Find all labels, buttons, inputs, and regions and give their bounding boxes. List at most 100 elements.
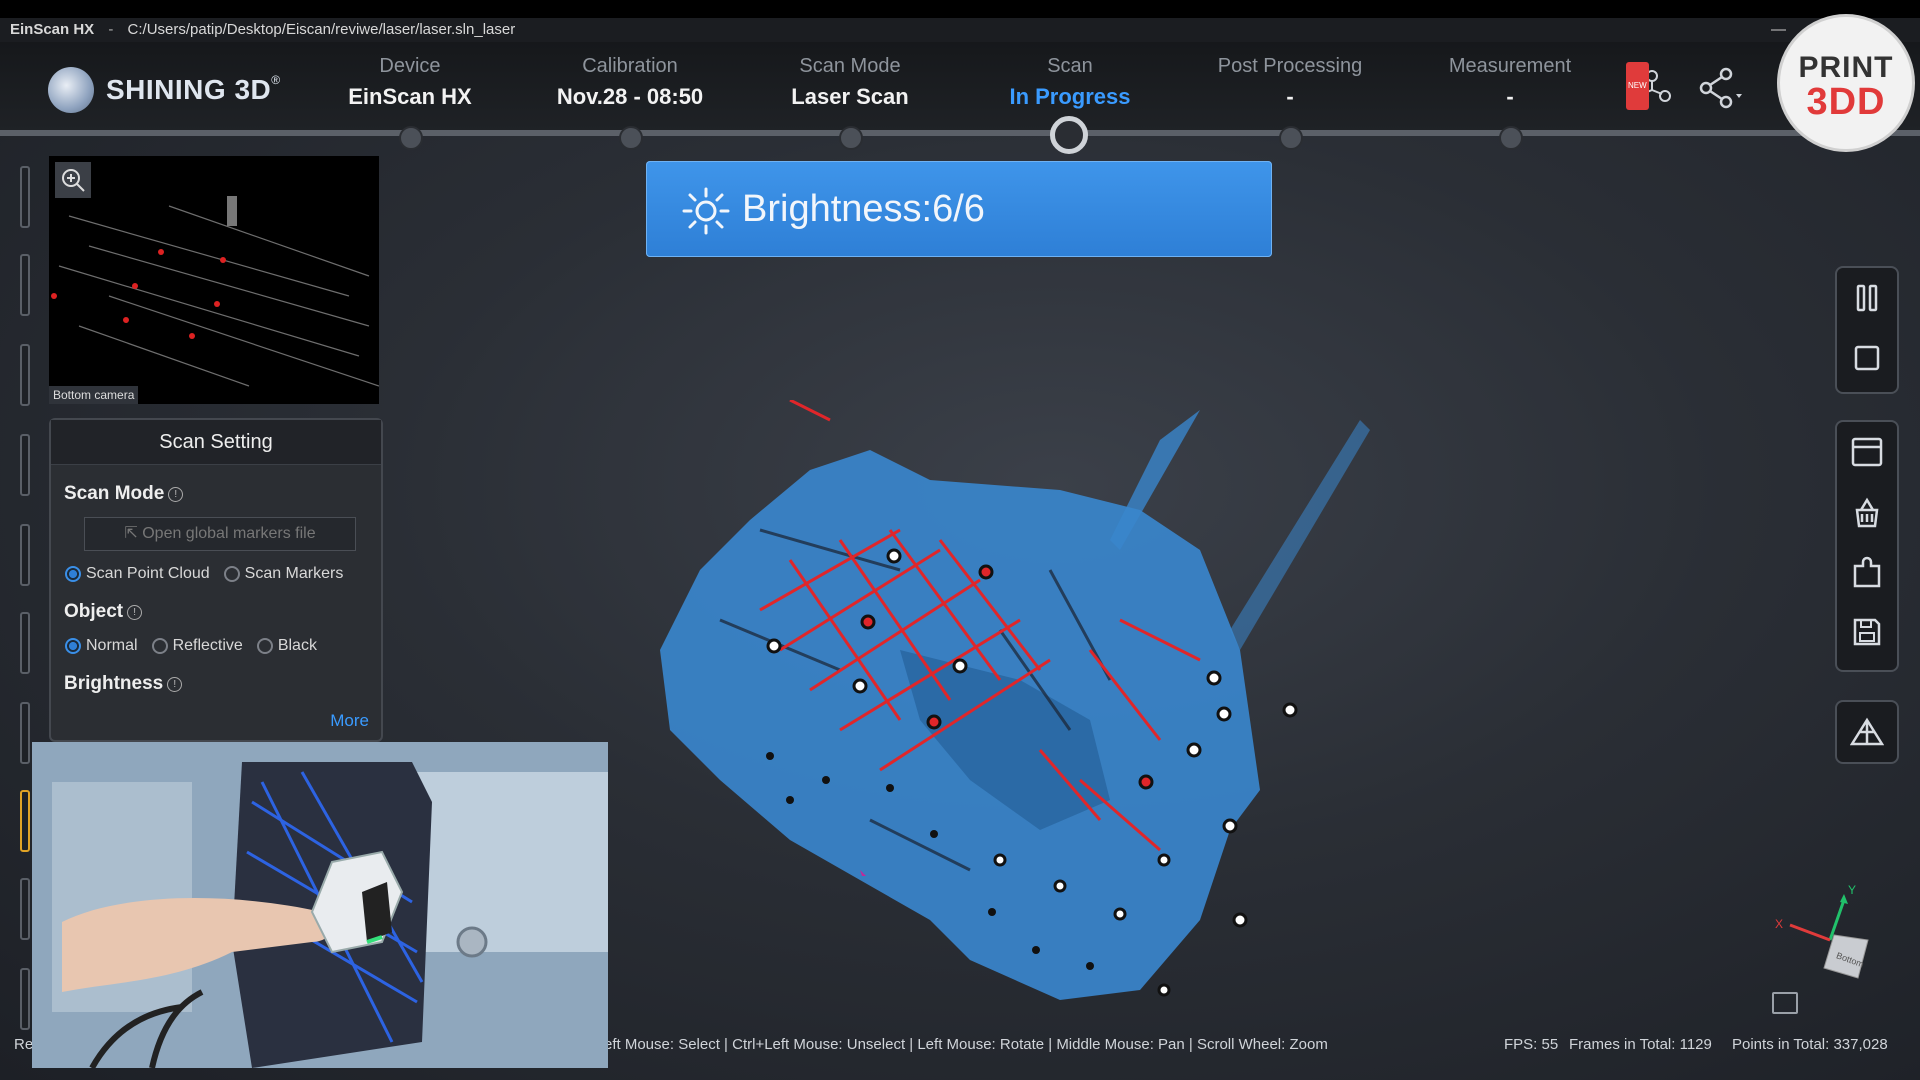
zoom-in-button[interactable] (55, 162, 91, 198)
share-button[interactable] (1696, 66, 1744, 114)
more-link[interactable]: More (330, 711, 369, 731)
step-dot-scan[interactable] (1050, 116, 1088, 154)
camera-feed (51, 196, 379, 387)
fps-readout: FPS: 55 (1504, 1036, 1559, 1053)
step-device[interactable]: Device EinScan HX (300, 55, 520, 110)
side-tab-2[interactable] (20, 254, 30, 316)
step-label: Scan (1047, 55, 1093, 77)
stop-button[interactable] (1837, 328, 1897, 388)
clear-button[interactable] (1837, 482, 1897, 542)
points-total: Points in Total: 337,028 (1732, 1036, 1888, 1053)
radio-indicator (223, 566, 240, 582)
step-post-processing[interactable]: Post Processing - (1180, 55, 1400, 110)
step-value: EinScan HX (348, 84, 472, 109)
side-tab-5[interactable] (20, 524, 30, 586)
axis-y-label: Y (1848, 883, 1856, 897)
brand-name: SHINING 3D (106, 74, 272, 105)
zoom-in-icon (62, 169, 85, 192)
presenter-scanning-photo (32, 742, 608, 1068)
step-calibration[interactable]: Calibration Nov.28 - 08:50 (520, 55, 740, 110)
radio-scan-markers[interactable]: Scan Markers (223, 565, 343, 583)
point-cloud-viewport[interactable] (640, 400, 1440, 1060)
radio-label: Black (277, 637, 317, 654)
side-tab-7[interactable] (20, 702, 30, 764)
axis-gizmo[interactable]: Bottom Y X (1770, 880, 1880, 990)
watermark-line2: 3DD (1806, 81, 1886, 123)
mesh-triangle-icon (1850, 717, 1884, 746)
side-tab-1[interactable] (20, 166, 30, 228)
object-heading: Object! (64, 601, 381, 623)
edit-tool-group (1835, 420, 1899, 672)
scan-setting-panel: Scan Setting Scan Mode! ⇱ Open global ma… (49, 418, 383, 742)
basket-icon (1855, 497, 1879, 528)
progress-track (0, 130, 1920, 136)
minimize-button[interactable]: — (1771, 18, 1786, 42)
step-scan[interactable]: Scan In Progress (960, 55, 1180, 110)
side-tab-6[interactable] (20, 612, 30, 674)
step-dot-device[interactable] (399, 126, 423, 150)
step-scan-mode[interactable]: Scan Mode Laser Scan (740, 55, 960, 110)
axis-x-label: X (1775, 917, 1783, 931)
radio-label: Scan Point Cloud (86, 565, 210, 582)
title-separator: - (108, 21, 114, 38)
step-dot-measurement[interactable] (1499, 126, 1523, 150)
scan-control-group (1835, 266, 1899, 394)
scan-mode-heading: Scan Mode! (64, 483, 381, 505)
title-bar: EinScan HX - C:/Users/patip/Desktop/Eisc… (0, 18, 1920, 42)
fit-view-icon[interactable] (1772, 992, 1798, 1014)
radio-label: Reflective (172, 637, 243, 654)
letterbox-top (0, 0, 1920, 18)
step-measurement[interactable]: Measurement - (1400, 55, 1620, 110)
brand-logo: SHINING 3D ® (48, 67, 280, 113)
brightness-label: Brightness (64, 673, 164, 694)
open-global-markers-button[interactable]: ⇱ Open global markers file (84, 517, 356, 551)
save-button[interactable] (1837, 602, 1897, 662)
pause-button[interactable] (1837, 268, 1897, 328)
open-markers-label: Open global markers file (142, 525, 316, 542)
step-value: In Progress (1009, 84, 1131, 109)
model-library-icon[interactable]: NEW (1626, 62, 1676, 114)
step-label: Post Processing (1217, 55, 1363, 77)
scan-mode-radio-group: Scan Point Cloud Scan Markers (65, 565, 381, 583)
camera-caption: Bottom camera (49, 386, 139, 404)
radio-indicator (256, 638, 273, 654)
step-dot-scan-mode[interactable] (839, 126, 863, 150)
info-icon[interactable]: ! (127, 605, 143, 620)
step-value: Laser Scan (791, 84, 909, 109)
radio-reflective[interactable]: Reflective (151, 637, 243, 655)
window-icon (1851, 437, 1883, 467)
puzzle-icon (1853, 556, 1881, 588)
side-tab-4[interactable] (20, 434, 30, 496)
step-dot-calibration[interactable] (619, 126, 643, 150)
status-left-fragment: Re (14, 1036, 34, 1053)
side-tab-8[interactable] (20, 790, 30, 852)
radio-indicator (65, 566, 81, 582)
step-label: Scan Mode (799, 55, 901, 77)
shining3d-logo-icon (48, 67, 94, 113)
side-tab-9[interactable] (20, 878, 30, 940)
sun-icon (682, 187, 730, 235)
view-panel-button[interactable] (1837, 422, 1897, 482)
watermark-line1: PRINT (1798, 51, 1894, 84)
object-label: Object (64, 601, 124, 622)
radio-normal[interactable]: Normal (65, 637, 138, 655)
step-label: Measurement (1448, 55, 1572, 77)
step-dot-post-processing[interactable] (1279, 126, 1303, 150)
info-icon[interactable]: ! (167, 677, 183, 692)
step-value: Nov.28 - 08:50 (556, 84, 704, 109)
pause-icon (1856, 284, 1878, 312)
frames-total: Frames in Total: 1129 (1569, 1036, 1712, 1053)
info-icon[interactable]: ! (168, 487, 184, 502)
plugin-button[interactable] (1837, 542, 1897, 602)
side-tab-3[interactable] (20, 344, 30, 406)
mesh-button[interactable] (1837, 702, 1897, 762)
radio-black[interactable]: Black (256, 637, 317, 655)
step-value: - (1286, 84, 1294, 109)
save-icon (1853, 618, 1881, 646)
side-tab-10[interactable] (20, 968, 30, 1030)
video-inset (32, 742, 608, 1068)
radio-scan-point-cloud[interactable]: Scan Point Cloud (65, 565, 210, 583)
brightness-toast: Brightness:6/6 (646, 161, 1272, 257)
brightness-text: Brightness:6/6 (742, 187, 985, 230)
mesh-tool-group (1835, 700, 1899, 764)
